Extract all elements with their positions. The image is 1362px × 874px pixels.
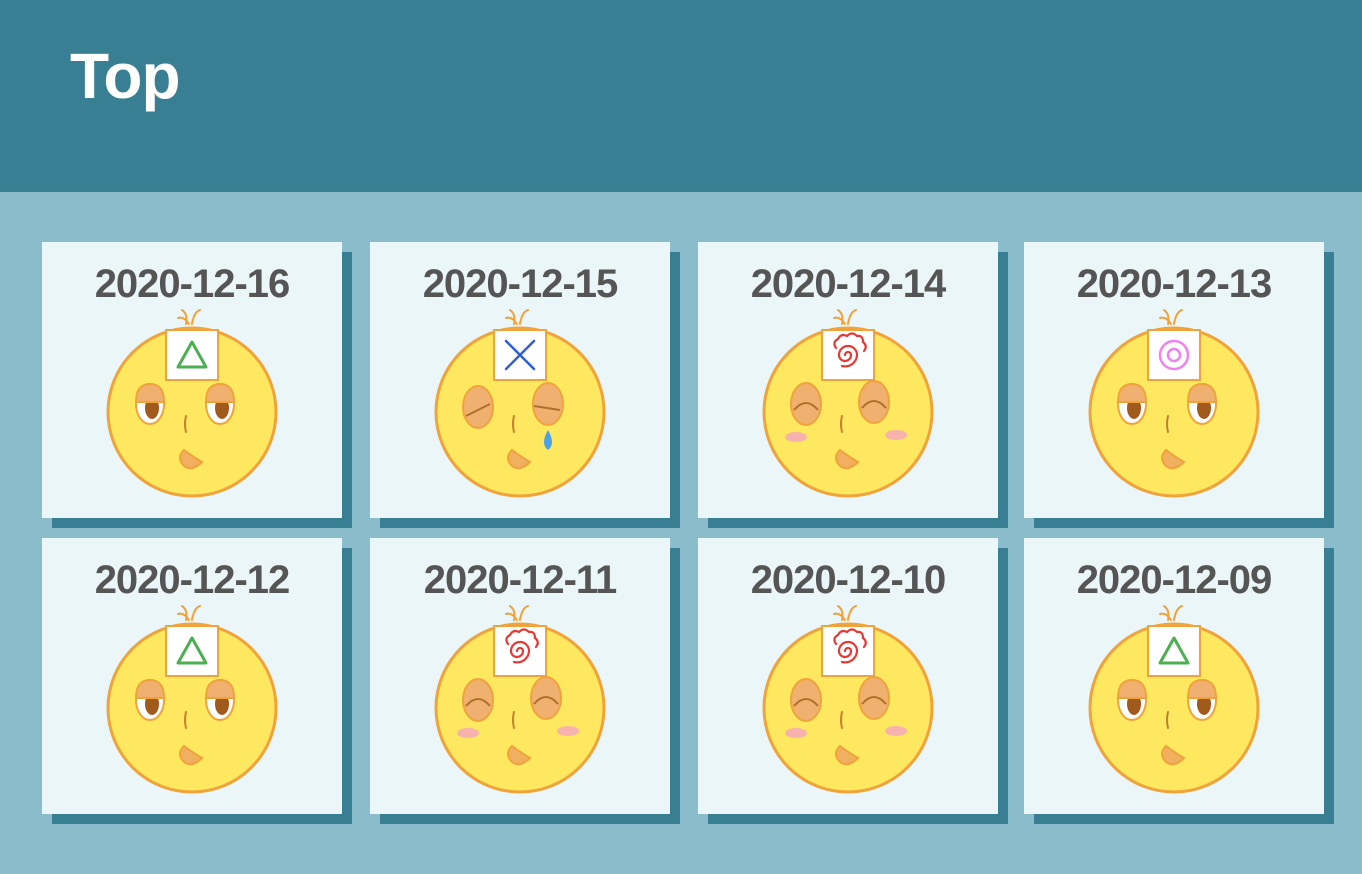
- page-title: Top: [70, 40, 181, 112]
- diary-card[interactable]: 2020-12-14: [698, 242, 998, 518]
- mood-face-icon: [1088, 309, 1260, 498]
- card-date: 2020-12-15: [422, 262, 619, 306]
- diary-card[interactable]: 2020-12-12: [42, 538, 342, 814]
- mood-face-icon: [106, 309, 278, 498]
- header-bar: Top: [0, 0, 1362, 192]
- diary-card[interactable]: 2020-12-09: [1024, 538, 1324, 814]
- diary-card[interactable]: 2020-12-10: [698, 538, 998, 814]
- diary-card[interactable]: 2020-12-16: [42, 242, 342, 518]
- diary-card[interactable]: 2020-12-15: [370, 242, 670, 518]
- card-date: 2020-12-13: [1076, 262, 1273, 306]
- card-date: 2020-12-09: [1076, 558, 1273, 602]
- mood-face-icon: [762, 605, 934, 794]
- diary-card[interactable]: 2020-12-13: [1024, 242, 1324, 518]
- card-date: 2020-12-14: [750, 262, 947, 306]
- mood-face-icon: [1088, 605, 1260, 794]
- diary-card[interactable]: 2020-12-11: [370, 538, 670, 814]
- mood-face-icon: [434, 605, 606, 794]
- card-date: 2020-12-12: [94, 558, 291, 602]
- card-date: 2020-12-10: [750, 558, 947, 602]
- mood-face-icon: [762, 309, 934, 498]
- card-date: 2020-12-11: [423, 558, 617, 602]
- mood-face-icon: [106, 605, 278, 794]
- mood-face-icon: [434, 309, 606, 498]
- card-date: 2020-12-16: [94, 262, 291, 306]
